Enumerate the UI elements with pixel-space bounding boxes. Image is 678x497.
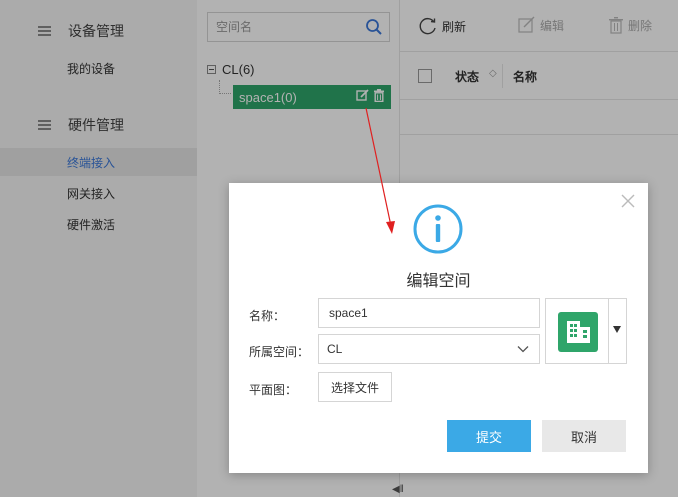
space-name-input[interactable] [318, 298, 540, 328]
close-icon[interactable] [620, 193, 636, 209]
choose-file-button[interactable]: 选择文件 [318, 372, 392, 402]
edit-space-dialog: 编辑空间 名称： 所属空间： CL 平面图： 选择文件 [229, 183, 648, 473]
picker-divider [608, 299, 609, 363]
submit-button[interactable]: 提交 [447, 420, 531, 452]
cancel-button[interactable]: 取消 [542, 420, 626, 452]
name-label: 名称： [249, 309, 286, 323]
info-icon [413, 204, 463, 254]
floorplan-label: 平面图： [249, 383, 298, 397]
space-icon-picker[interactable] [545, 298, 627, 364]
parent-space-select[interactable]: CL [318, 334, 540, 364]
chevron-down-icon [517, 346, 529, 353]
dialog-title: 编辑空间 [406, 273, 471, 290]
parent-space-label: 所属空间： [249, 345, 310, 359]
building-icon [558, 312, 598, 352]
caret-down-icon[interactable] [613, 326, 621, 333]
parent-space-value: CL [327, 342, 343, 356]
